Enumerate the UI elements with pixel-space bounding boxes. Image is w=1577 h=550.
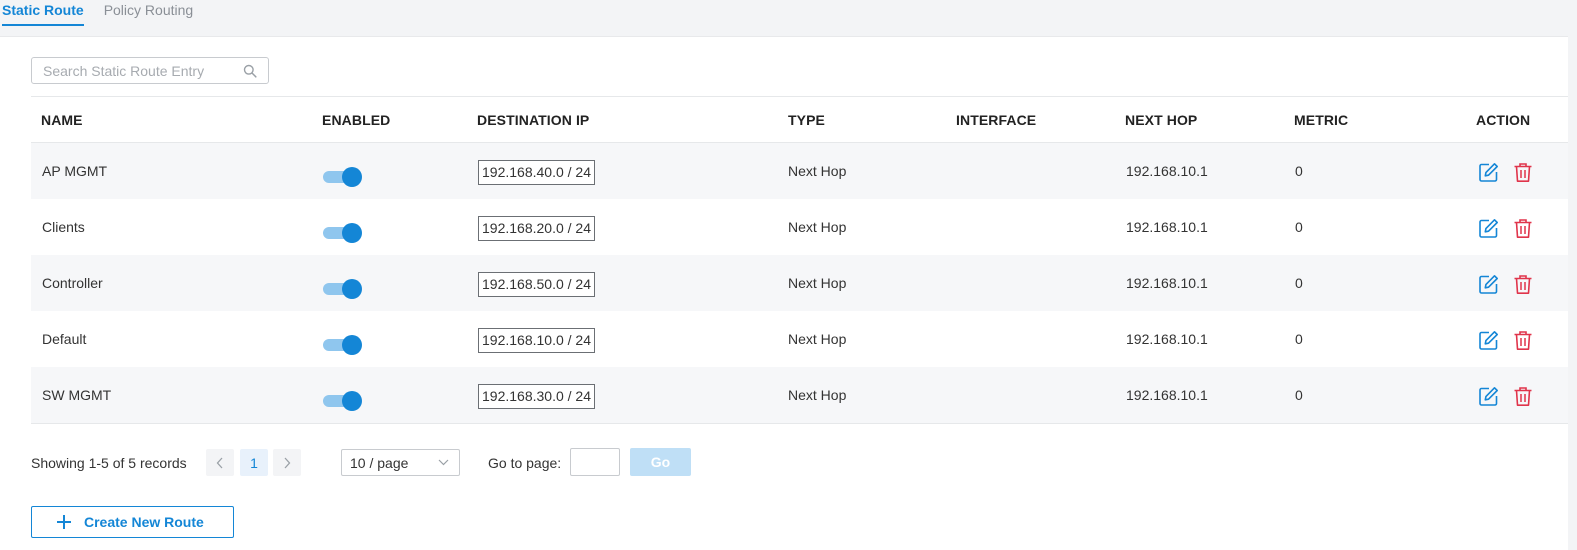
per-page-value: 10 / page bbox=[350, 455, 409, 471]
create-new-route-button[interactable]: Create New Route bbox=[31, 506, 234, 538]
type-cell: Next Hop bbox=[788, 387, 847, 403]
prev-page-button[interactable] bbox=[206, 449, 234, 476]
enabled-toggle[interactable] bbox=[323, 334, 363, 356]
toggle-knob bbox=[342, 391, 362, 411]
plus-icon bbox=[57, 515, 71, 529]
table-row: AP MGMT 192.168.40.0 / 24 Next Hop 192.168.… bbox=[31, 143, 1568, 199]
trash-icon[interactable] bbox=[1513, 218, 1533, 239]
trash-icon[interactable] bbox=[1513, 162, 1533, 183]
per-page-select[interactable]: 10 / page bbox=[341, 449, 460, 476]
metric-cell: 0 bbox=[1295, 387, 1303, 403]
toggle-knob bbox=[342, 167, 362, 187]
route-name-cell: Controller bbox=[42, 275, 103, 291]
destination-ip-cell: 192.168.30.0 / 24 bbox=[478, 384, 595, 409]
metric-cell: 0 bbox=[1295, 219, 1303, 235]
search-box bbox=[31, 57, 269, 84]
tab-static-route[interactable]: Static Route bbox=[2, 0, 84, 26]
type-cell: Next Hop bbox=[788, 163, 847, 179]
static-route-table: NAME ENABLED DESTINATION IP TYPE INTERFA… bbox=[31, 96, 1568, 424]
column-header-interface[interactable]: INTERFACE bbox=[956, 112, 1036, 128]
route-name-cell: Default bbox=[42, 331, 87, 347]
toggle-knob bbox=[342, 223, 362, 243]
column-header-enabled[interactable]: ENABLED bbox=[322, 112, 390, 128]
type-cell: Next Hop bbox=[788, 275, 847, 291]
trash-icon[interactable] bbox=[1513, 274, 1533, 295]
search-input[interactable] bbox=[32, 58, 237, 83]
chevron-right-icon bbox=[284, 457, 291, 468]
create-new-route-label: Create New Route bbox=[84, 514, 204, 530]
destination-ip-cell: 192.168.10.0 / 24 bbox=[478, 328, 595, 353]
table-body: AP MGMT 192.168.40.0 / 24 Next Hop 192.168.… bbox=[31, 143, 1568, 424]
table-row: Controller 192.168.50.0 / 24 Next Hop 192.1… bbox=[31, 255, 1568, 311]
column-header-next-hop[interactable]: NEXT HOP bbox=[1125, 112, 1197, 128]
next-hop-cell: 192.168.10.1 bbox=[1126, 163, 1208, 179]
tab-bar: Static Route Policy Routing bbox=[0, 0, 1577, 36]
column-header-metric[interactable]: METRIC bbox=[1294, 112, 1348, 128]
route-name-cell: SW MGMT bbox=[42, 387, 112, 403]
destination-ip-cell: 192.168.40.0 / 24 bbox=[478, 160, 595, 185]
destination-ip-cell: 192.168.50.0 / 24 bbox=[478, 272, 595, 297]
chevron-left-icon bbox=[216, 457, 223, 468]
type-cell: Next Hop bbox=[788, 219, 847, 235]
records-summary: Showing 1-5 of 5 records bbox=[31, 455, 187, 471]
next-page-button[interactable] bbox=[273, 449, 301, 476]
edit-icon[interactable] bbox=[1478, 330, 1499, 351]
table-row: Default 192.168.10.0 / 24 Next Hop 192.168.… bbox=[31, 311, 1568, 367]
table-row: Clients 192.168.20.0 / 24 Next Hop 192.168.… bbox=[31, 199, 1568, 255]
edit-icon[interactable] bbox=[1478, 274, 1499, 295]
next-hop-cell: 192.168.10.1 bbox=[1126, 275, 1208, 291]
next-hop-cell: 192.168.10.1 bbox=[1126, 387, 1208, 403]
edit-icon[interactable] bbox=[1478, 386, 1499, 407]
table-header: NAME ENABLED DESTINATION IP TYPE INTERFA… bbox=[31, 96, 1568, 143]
next-hop-cell: 192.168.10.1 bbox=[1126, 219, 1208, 235]
tab-policy-routing[interactable]: Policy Routing bbox=[104, 0, 194, 24]
chevron-down-icon bbox=[438, 459, 449, 466]
next-hop-cell: 192.168.10.1 bbox=[1126, 331, 1208, 347]
trash-icon[interactable] bbox=[1513, 386, 1533, 407]
column-header-action: ACTION bbox=[1476, 112, 1531, 128]
goto-page-label: Go to page: bbox=[488, 455, 562, 471]
route-name-cell: AP MGMT bbox=[42, 163, 108, 179]
enabled-toggle[interactable] bbox=[323, 390, 363, 412]
toggle-knob bbox=[342, 335, 362, 355]
enabled-toggle[interactable] bbox=[323, 166, 363, 188]
column-header-name[interactable]: NAME bbox=[41, 112, 83, 128]
edit-icon[interactable] bbox=[1478, 162, 1499, 183]
go-button[interactable]: Go bbox=[630, 448, 691, 476]
toggle-knob bbox=[342, 279, 362, 299]
enabled-toggle[interactable] bbox=[323, 278, 363, 300]
metric-cell: 0 bbox=[1295, 275, 1303, 291]
type-cell: Next Hop bbox=[788, 331, 847, 347]
destination-ip-cell: 192.168.20.0 / 24 bbox=[478, 216, 595, 241]
column-header-type[interactable]: TYPE bbox=[788, 112, 825, 128]
search-icon[interactable] bbox=[243, 64, 257, 78]
metric-cell: 0 bbox=[1295, 331, 1303, 347]
goto-page-input[interactable] bbox=[570, 448, 620, 476]
table-row: SW MGMT 192.168.30.0 / 24 Next Hop 192.168.… bbox=[31, 367, 1568, 423]
route-name-cell: Clients bbox=[42, 219, 85, 235]
column-header-destination-ip[interactable]: DESTINATION IP bbox=[477, 112, 589, 128]
enabled-toggle[interactable] bbox=[323, 222, 363, 244]
edit-icon[interactable] bbox=[1478, 218, 1499, 239]
metric-cell: 0 bbox=[1295, 163, 1303, 179]
page-number-button[interactable]: 1 bbox=[240, 449, 268, 476]
trash-icon[interactable] bbox=[1513, 330, 1533, 351]
